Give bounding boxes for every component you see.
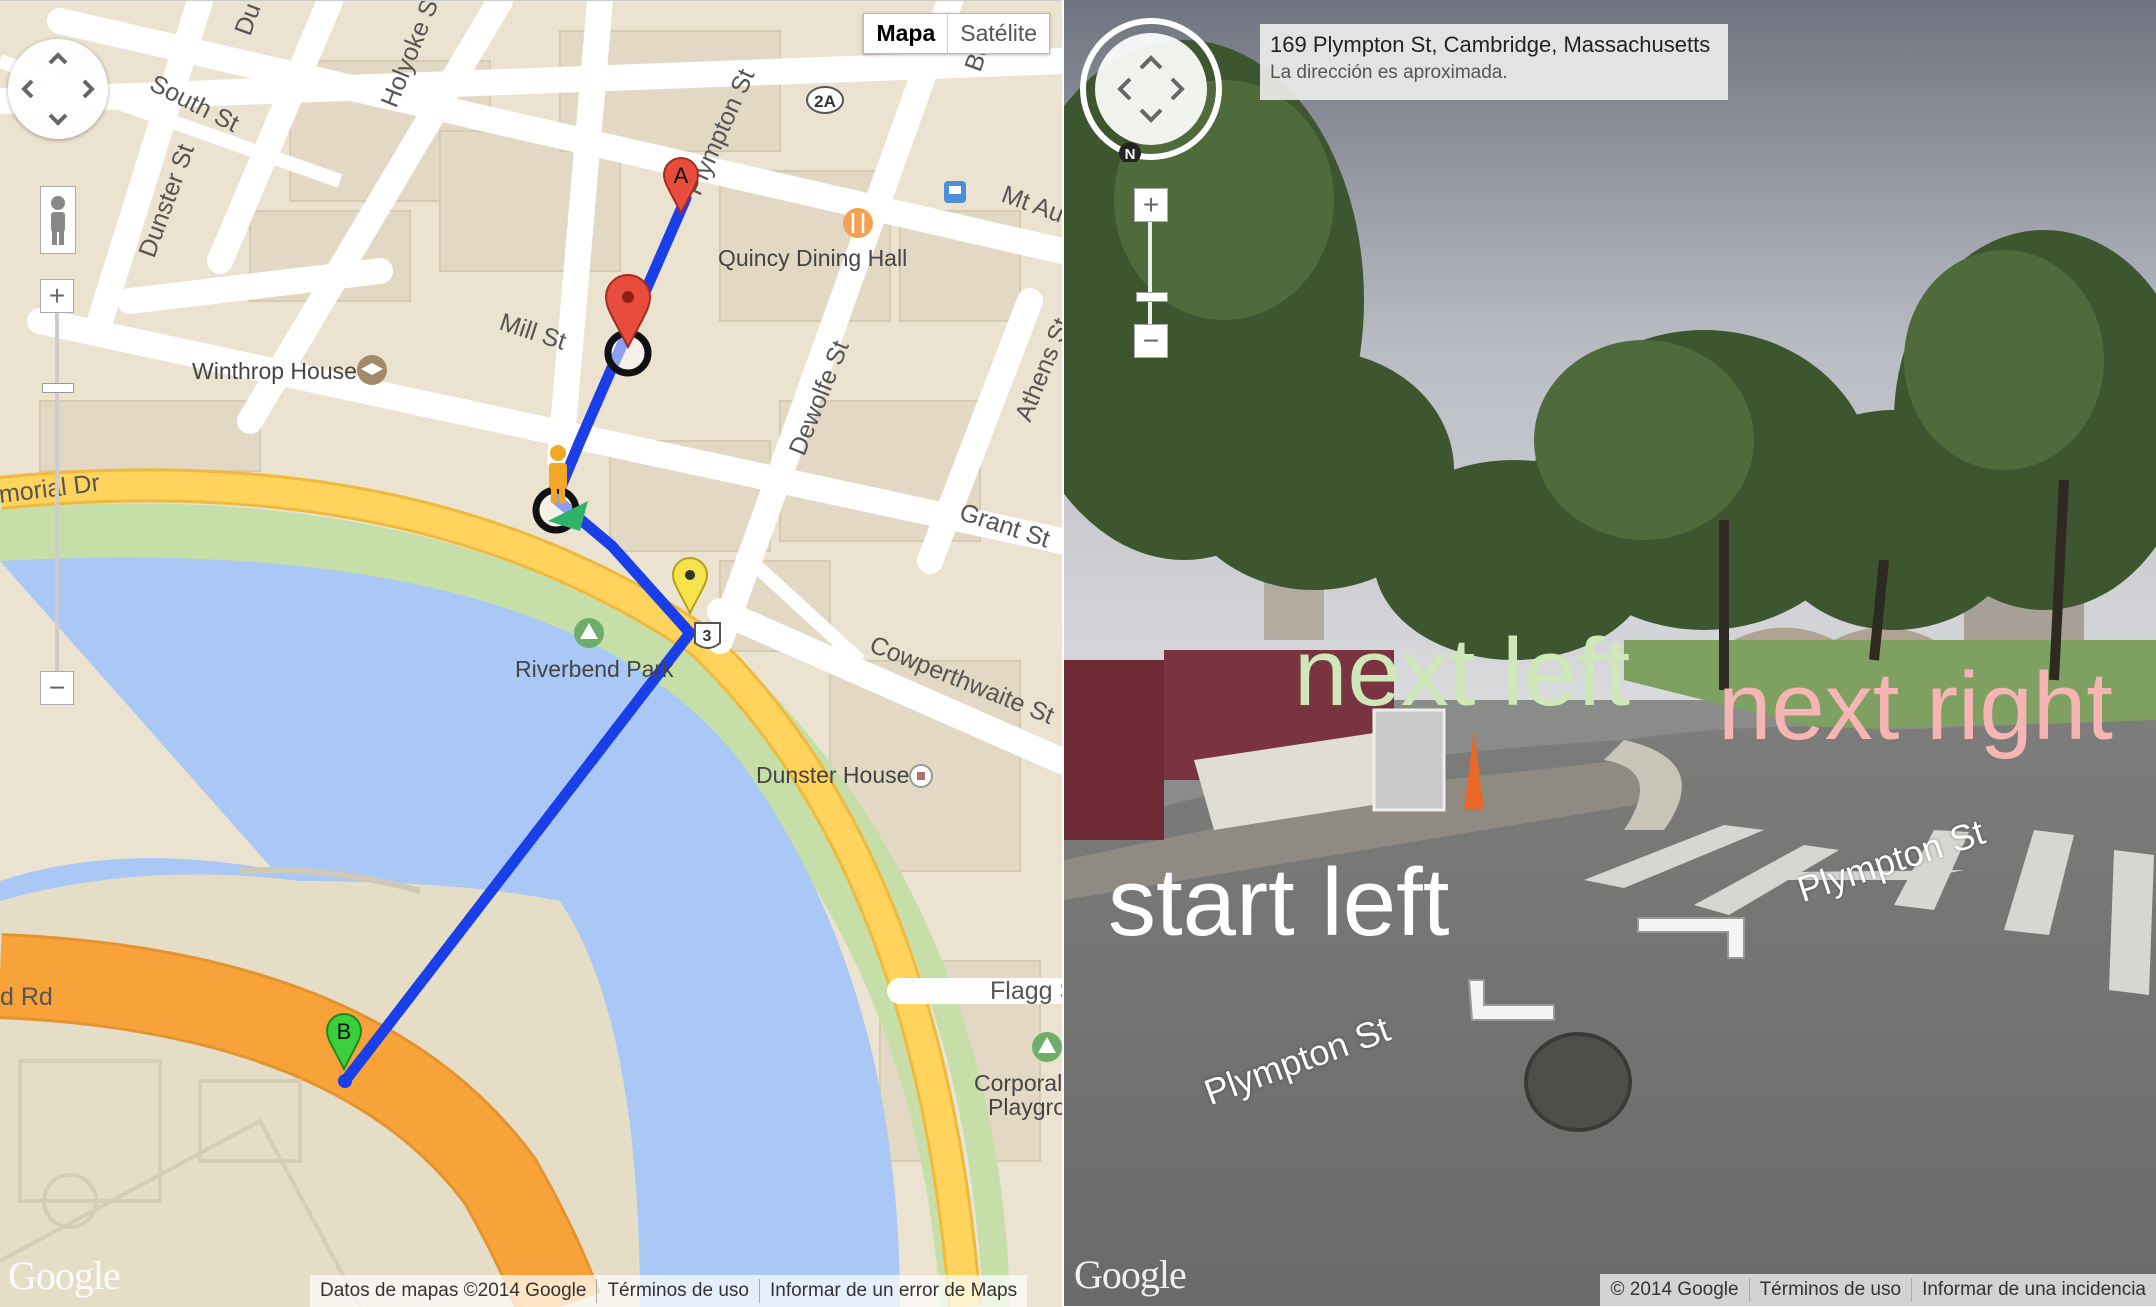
overlay-next-left: next left: [1294, 619, 1631, 726]
sv-zoom-track[interactable]: [1148, 220, 1152, 340]
school-icon: [357, 355, 387, 385]
address-card: 169 Plympton St, Cambridge, Massachusett…: [1260, 24, 1728, 100]
sv-zoom-in-button[interactable]: +: [1134, 188, 1168, 222]
label-riverbend-park: Riverbend Park: [515, 656, 674, 682]
route-2a-shield: 2A: [806, 86, 844, 114]
route-3-shield: 3: [694, 622, 721, 649]
map-type-map-button[interactable]: Mapa: [864, 14, 949, 53]
map-terms-link[interactable]: Términos de uso: [597, 1280, 759, 1302]
label-playground: Playgro: [988, 1094, 1062, 1120]
map-type-satellite-button[interactable]: Satélite: [948, 14, 1049, 53]
park-tree-icon: [574, 618, 604, 648]
map-type-control: Mapa Satélite: [863, 13, 1050, 54]
sv-zoom-out-button[interactable]: −: [1134, 324, 1168, 358]
compass-icon: N: [1080, 18, 1222, 162]
zoom-slider-knob[interactable]: [42, 383, 74, 393]
map-canvas[interactable]: South St Dunster St Holyoke St Du Plympt…: [0, 1, 1062, 1307]
sv-zoom-slider-knob[interactable]: [1136, 292, 1168, 302]
google-logo-map: Google: [8, 1253, 121, 1298]
pegman-control-icon: [51, 196, 65, 245]
map-report-link[interactable]: Informar de un error de Maps: [760, 1280, 1027, 1302]
overlay-start-left: start left: [1108, 849, 1450, 956]
zoom-out-button[interactable]: −: [40, 671, 74, 705]
label-quincy-dining-hall: Quincy Dining Hall: [718, 245, 907, 271]
sv-report-link[interactable]: Informar de una incidencia: [1912, 1279, 2156, 1301]
address-title: 169 Plympton St, Cambridge, Massachusett…: [1270, 32, 1711, 57]
building-icon-dunster: [909, 764, 933, 788]
overlay-next-right: next right: [1718, 653, 2113, 760]
svg-text:A: A: [674, 163, 689, 188]
map-pane[interactable]: South St Dunster St Holyoke St Du Plympt…: [0, 0, 1062, 1307]
svg-text:N: N: [1125, 146, 1136, 162]
sv-compass-control[interactable]: N: [1078, 16, 1224, 162]
transit-icon: [944, 181, 966, 203]
svg-text:B: B: [337, 1019, 352, 1044]
streetview-pane[interactable]: next left next right start left Plympton…: [1064, 0, 2156, 1306]
park-tree-icon-2: [1032, 1032, 1062, 1062]
zoom-track[interactable]: [55, 311, 59, 681]
pan-arrows-icon: [21, 52, 95, 126]
label-flagg: Flagg S: [990, 977, 1062, 1005]
label-winthrop-house: Winthrop House: [192, 358, 357, 384]
sv-footer: © 2014 Google Términos de uso Informar d…: [1600, 1274, 2156, 1306]
map-data-credit: Datos de mapas ©2014 Google: [320, 1280, 587, 1301]
zoom-in-button[interactable]: +: [40, 279, 74, 313]
label-soldiers-rd: d Rd: [0, 983, 53, 1011]
pegman-control[interactable]: [40, 186, 76, 254]
dining-icon: [843, 208, 873, 238]
label-dunster-house: Dunster House: [756, 762, 909, 788]
sv-copyright: © 2014 Google: [1610, 1279, 1739, 1300]
pan-control[interactable]: [8, 39, 108, 139]
map-footer: Datos de mapas ©2014 Google Términos de …: [310, 1275, 1028, 1307]
label-corporal: Corporal: [974, 1070, 1062, 1096]
svg-text:2A: 2A: [814, 92, 836, 111]
sv-terms-link[interactable]: Términos de uso: [1750, 1279, 1912, 1301]
svg-text:3: 3: [703, 628, 712, 645]
google-logo-streetview: Google: [1074, 1252, 1187, 1297]
address-subtitle: La dirección es aproximada.: [1270, 62, 1508, 83]
